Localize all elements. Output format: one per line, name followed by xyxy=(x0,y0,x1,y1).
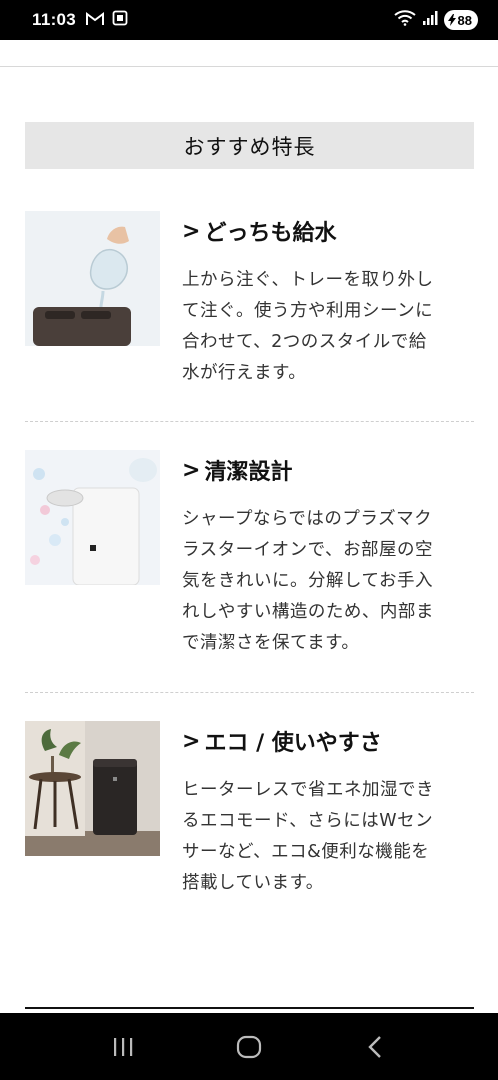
desc-line: 上から注ぐ、トレーを取り外し xyxy=(182,270,434,290)
chevron-right-icon: > xyxy=(182,728,201,754)
status-time: 11:03 xyxy=(32,10,77,29)
feature-description: 上から注ぐ、トレーを取り外し て注ぐ。使う方や利用シーンに 合わせて、2つのスタ… xyxy=(182,265,474,389)
signal-icon xyxy=(422,10,438,30)
desc-line: 気をきれいに。分解してお手入 xyxy=(182,571,433,591)
chevron-right-icon: > xyxy=(182,457,201,483)
desc-line: 搭載しています。 xyxy=(182,873,324,893)
feature-title[interactable]: > どっちも給水 xyxy=(182,211,474,251)
back-icon[interactable] xyxy=(355,1027,395,1067)
bottom-rule xyxy=(25,1007,474,1009)
top-divider xyxy=(0,66,498,67)
feature-divider xyxy=(25,692,474,693)
home-icon[interactable] xyxy=(229,1027,269,1067)
desc-line: 合わせて、2つのスタイルで給 xyxy=(182,332,427,352)
feature-item[interactable]: > エコ / 使いやすさ ヒーターレスで省エネ加湿でき るエコモード、さらにはW… xyxy=(25,721,474,899)
system-nav-bar xyxy=(0,1013,498,1080)
battery-icon: 88 xyxy=(443,10,478,30)
desc-line: で清潔さを保てます。 xyxy=(182,633,360,653)
feature-title[interactable]: > 清潔設計 xyxy=(182,450,474,490)
desc-line: シャープならではのプラズマク xyxy=(182,509,433,529)
feature-title-text: エコ / 使いやすさ xyxy=(204,731,382,756)
battery-level: 88 xyxy=(457,12,472,28)
recents-icon[interactable] xyxy=(103,1027,143,1067)
desc-line: ヒーターレスで省エネ加湿でき xyxy=(182,780,434,800)
feature-image-eco xyxy=(25,721,160,856)
feature-divider xyxy=(25,421,474,422)
desc-line: れしやすい構造のため、内部ま xyxy=(182,602,434,622)
desc-line: て注ぐ。使う方や利用シーンに xyxy=(182,301,434,321)
feature-description: シャープならではのプラズマク ラスターイオンで、お部屋の空 気をきれいに。分解し… xyxy=(182,504,474,659)
chevron-right-icon: > xyxy=(182,218,201,244)
feature-title-text: 清潔設計 xyxy=(204,460,293,485)
section-title: おすすめ特長 xyxy=(183,134,316,159)
feature-title-text: どっちも給水 xyxy=(204,221,337,246)
gmail-icon xyxy=(86,11,105,30)
desc-line: るエコモード、さらにはWセン xyxy=(182,811,434,831)
desc-line: ラスターイオンで、お部屋の空 xyxy=(182,540,433,560)
screenshot-icon xyxy=(112,10,128,30)
desc-line: 水が行えます。 xyxy=(182,363,307,383)
wifi-icon xyxy=(393,10,416,30)
feature-description: ヒーターレスで省エネ加湿でき るエコモード、さらにはWセン サーなど、エコ&便利… xyxy=(182,775,474,899)
status-bar: 11:03 88 xyxy=(0,0,498,40)
feature-image-clean-design xyxy=(25,450,160,585)
feature-title[interactable]: > エコ / 使いやすさ xyxy=(182,721,474,761)
section-header: おすすめ特長 xyxy=(25,122,474,169)
feature-image-water-supply xyxy=(25,211,160,346)
feature-item[interactable]: > 清潔設計 シャープならではのプラズマク ラスターイオンで、お部屋の空 気をき… xyxy=(25,450,474,659)
desc-line: サーなど、エコ&便利な機能を xyxy=(182,842,430,862)
feature-item[interactable]: > どっちも給水 上から注ぐ、トレーを取り外し て注ぐ。使う方や利用シーンに 合… xyxy=(25,211,474,389)
